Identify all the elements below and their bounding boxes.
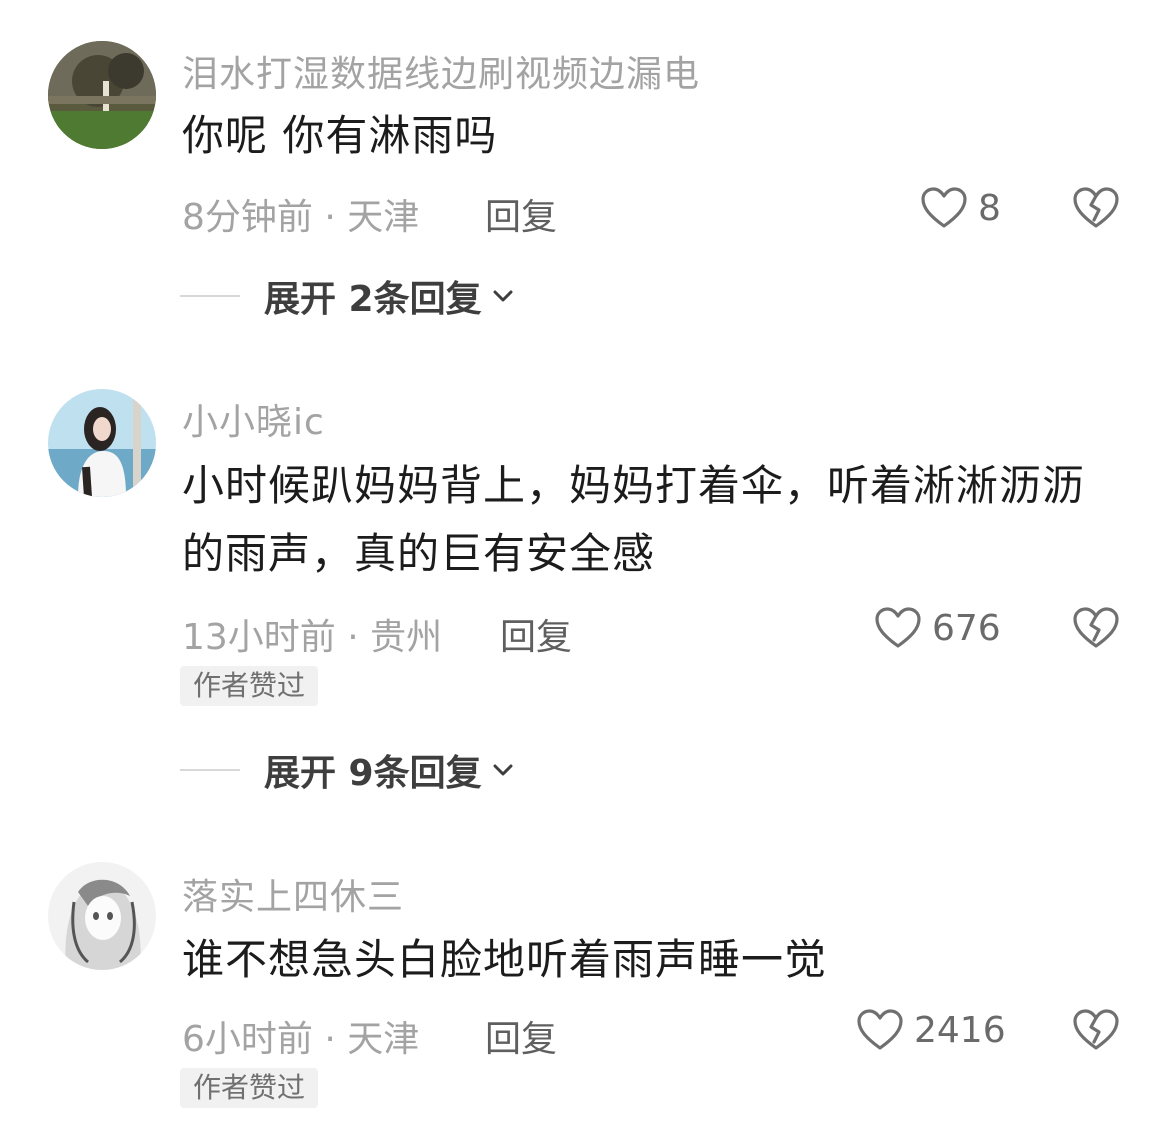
- broken-heart-icon[interactable]: [1072, 1008, 1120, 1052]
- avatar[interactable]: [48, 41, 156, 149]
- expand-replies-label: 展开 9条回复: [264, 753, 482, 794]
- heart-outline-icon: [875, 607, 921, 648]
- expand-replies-button[interactable]: 展开 9条回复: [180, 744, 516, 796]
- heart-outline-icon: [921, 187, 967, 228]
- like-button[interactable]: 676: [874, 606, 1001, 650]
- divider: [180, 769, 240, 771]
- heart-outline-icon: [857, 1009, 903, 1050]
- reply-button[interactable]: 回复: [500, 608, 572, 660]
- avatar[interactable]: [48, 862, 156, 970]
- comment-text: 小时候趴妈妈背上，妈妈打着伞，听着淅淅沥沥的雨声，真的巨有安全感: [182, 461, 1086, 578]
- broken-heart-icon[interactable]: [1072, 606, 1120, 650]
- avatar[interactable]: [48, 389, 156, 497]
- comment-username[interactable]: 泪水打湿数据线边刷视频边漏电: [182, 45, 700, 97]
- expand-replies-button[interactable]: 展开 2条回复: [180, 270, 516, 322]
- like-count: 676: [932, 607, 1001, 649]
- comment-text: 你呢 你有淋雨吗: [182, 111, 498, 160]
- comment-meta: 8分钟前 · 天津: [182, 197, 420, 238]
- like-button[interactable]: 2416: [856, 1008, 1006, 1052]
- chevron-down-icon: [493, 764, 513, 776]
- like-count: 8: [978, 187, 1001, 229]
- reply-button[interactable]: 回复: [485, 1010, 557, 1062]
- broken-heart-icon[interactable]: [1072, 186, 1120, 230]
- author-liked-badge: 作者赞过: [180, 666, 319, 706]
- comment-meta: 6小时前 · 天津: [182, 1019, 420, 1060]
- like-button[interactable]: 8: [920, 186, 1001, 230]
- divider: [180, 295, 240, 297]
- chevron-down-icon: [493, 290, 513, 302]
- comment-text: 谁不想急头白脸地听着雨声睡一觉: [182, 935, 828, 984]
- like-count: 2416: [914, 1009, 1006, 1051]
- comment-username[interactable]: 落实上四休三: [182, 868, 404, 920]
- comment-username[interactable]: 小小晓ic: [182, 393, 325, 445]
- expand-replies-label: 展开 2条回复: [264, 279, 482, 320]
- reply-button[interactable]: 回复: [485, 188, 557, 240]
- comment-meta: 13小时前 · 贵州: [182, 617, 443, 658]
- author-liked-badge: 作者赞过: [180, 1068, 319, 1108]
